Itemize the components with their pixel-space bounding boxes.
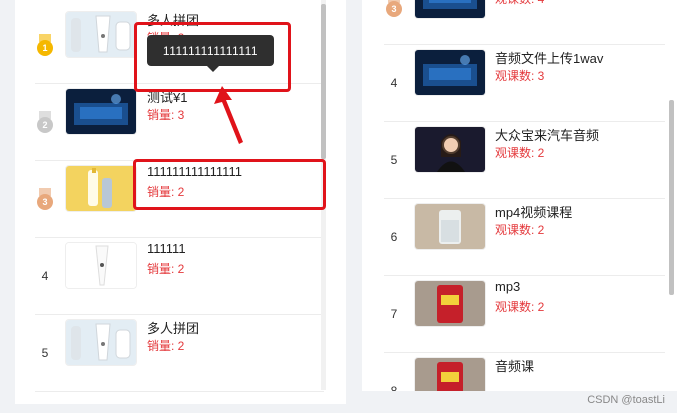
right-ranking-item[interactable]: 4 音频文件上传1wav 观课数: 3 — [384, 44, 665, 122]
item-count: 销量: 2 — [147, 339, 185, 353]
item-title[interactable]: 多人拼团 — [147, 318, 199, 337]
rank-number: 4 — [41, 268, 49, 283]
course-thumbnail[interactable] — [65, 88, 137, 135]
right-ranking-item[interactable]: 3 观课数: 4 — [384, 0, 665, 45]
rank-medal: 3 — [384, 0, 404, 44]
annotation-arrow — [214, 86, 243, 144]
medal-rank-number: 3 — [386, 0, 402, 17]
right-ranking-item[interactable]: 6 mp4视频课程观课数: 2 — [384, 198, 665, 276]
highlight-box-bottom — [133, 159, 326, 210]
right-ranking-item[interactable]: 7 mp3 观课数: 2 — [384, 275, 665, 353]
medal-icon: 3 — [36, 187, 54, 210]
course-thumbnail[interactable] — [414, 126, 486, 173]
course-thumbnail[interactable] — [414, 357, 486, 391]
rank-number: 5 — [41, 345, 49, 360]
item-title[interactable]: mp3 — [495, 279, 520, 294]
right-ranking-item[interactable]: 8 音频课 — [384, 352, 665, 391]
rank-number: 7 — [390, 306, 398, 321]
left-scrollbar-thumb[interactable] — [321, 4, 326, 159]
item-count: 销量: 3 — [147, 108, 185, 122]
highlight-box-top — [134, 22, 291, 92]
course-thumbnail[interactable] — [414, 49, 486, 96]
rank-number: 5 — [390, 152, 398, 167]
rank-medal: 3 — [35, 160, 55, 237]
watermark: CSDN @toastLi — [587, 394, 665, 406]
item-count: 观课数: 2 — [495, 223, 545, 237]
rank-medal: 2 — [35, 83, 55, 160]
rank-number: 6 — [390, 229, 398, 244]
item-count: 销量: 2 — [147, 262, 185, 276]
course-thumbnail[interactable] — [65, 165, 137, 212]
left-ranking-item[interactable]: 4 111111 销量: 2 — [35, 237, 324, 315]
item-title[interactable]: 音频课 — [495, 356, 534, 375]
medal-icon: 3 — [385, 0, 403, 17]
medal-rank-number: 3 — [37, 193, 53, 210]
item-title[interactable]: mp4视频课程 — [495, 202, 572, 221]
course-thumbnail[interactable] — [65, 242, 137, 289]
rank-number: 4 — [390, 75, 398, 90]
medal-icon: 2 — [36, 110, 54, 133]
medal-rank-number: 1 — [37, 39, 53, 56]
left-ranking-item[interactable]: 2 测试¥1 销量: 3 — [35, 83, 324, 161]
left-ranking-item[interactable]: 5 多人拼团销量: 2 — [35, 314, 324, 392]
course-thumbnail[interactable] — [414, 203, 486, 250]
rank-medal: 1 — [35, 6, 55, 83]
course-thumbnail[interactable] — [65, 319, 137, 366]
item-count: 观课数: 3 — [495, 69, 545, 83]
medal-icon: 1 — [36, 33, 54, 56]
medal-rank-number: 2 — [37, 116, 53, 133]
item-count: 观课数: 2 — [495, 146, 545, 160]
rank-number: 8 — [390, 383, 398, 392]
item-count: 观课数: 2 — [495, 300, 545, 314]
course-thumbnail[interactable] — [65, 11, 137, 58]
item-title[interactable]: 111111 — [147, 241, 186, 256]
right-scrollbar-thumb[interactable] — [669, 100, 674, 295]
item-count: 观课数: 4 — [495, 0, 544, 7]
course-thumbnail[interactable] — [414, 280, 486, 327]
item-title[interactable]: 音频文件上传1wav — [495, 48, 603, 67]
right-ranking-panel: 3观课数: 44音频文件上传1wav观课数: 35大众宝来汽车音频观课数: 26… — [362, 0, 677, 391]
item-title[interactable]: 大众宝来汽车音频 — [495, 125, 599, 144]
right-ranking-item[interactable]: 5 大众宝来汽车音频观课数: 2 — [384, 121, 665, 199]
course-thumbnail[interactable] — [414, 0, 486, 19]
